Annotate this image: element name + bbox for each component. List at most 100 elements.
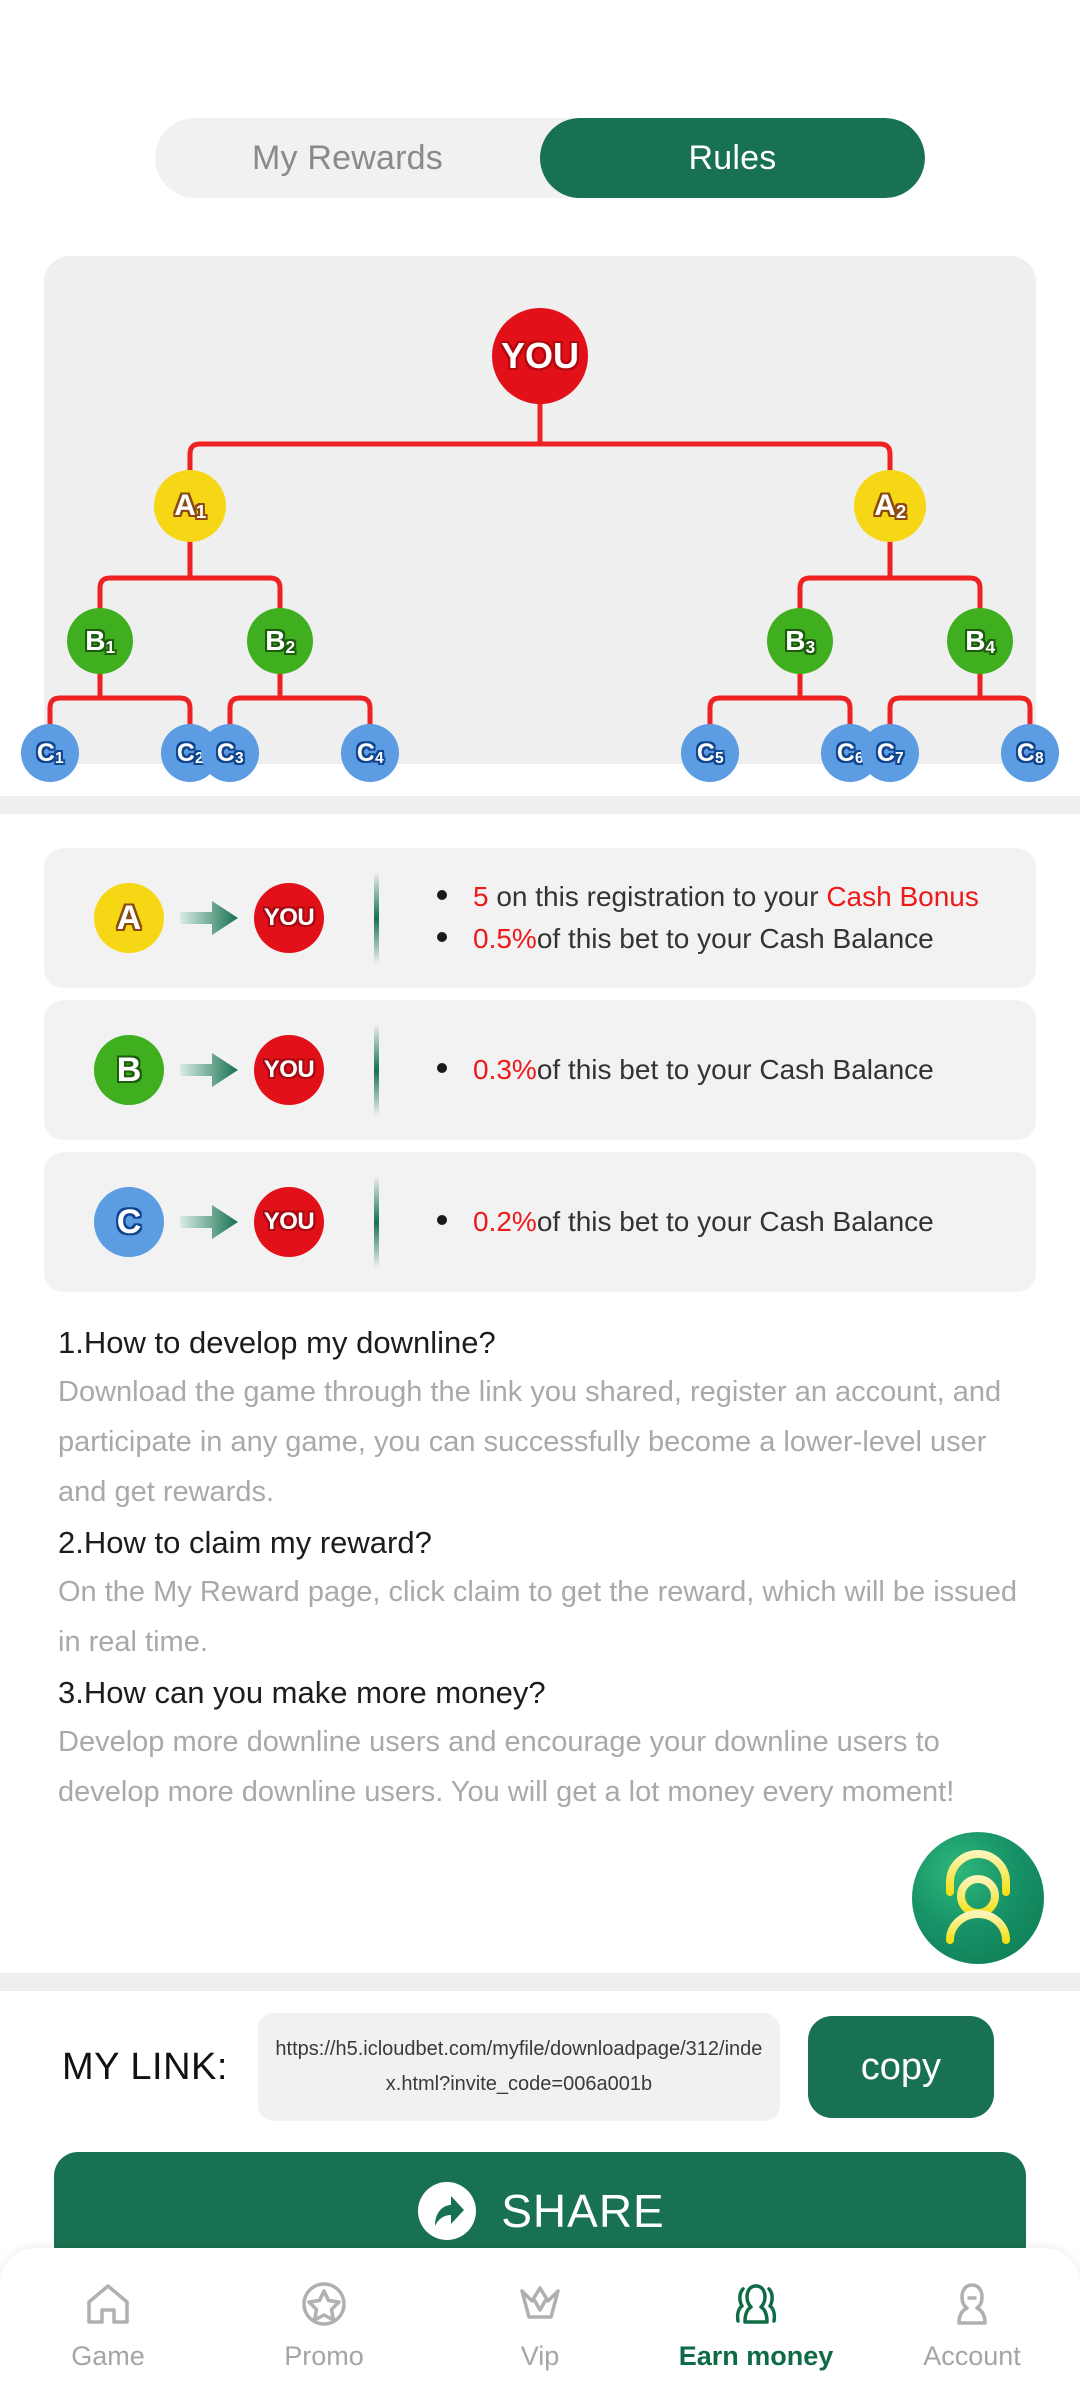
tree-node-c3-index: 3 <box>234 749 244 767</box>
reward-amount: 0.2% <box>473 1206 537 1237</box>
tree-node-a1: A1 <box>154 470 226 542</box>
reward-text: of this bet to your Cash Balance <box>536 1054 934 1085</box>
level-badge-a-label: A <box>116 898 142 937</box>
tree-node-b2: B2 <box>247 608 313 674</box>
rules-page: My Rewards Rules YOU A1 A2 B1 B2 B3 B4 C… <box>0 0 1080 2400</box>
tree-node-b4-letter: B <box>965 625 986 656</box>
tree-node-c4-letter: C <box>356 738 375 767</box>
tab-bar: My Rewards Rules <box>0 118 1080 198</box>
nav-item-earn-money-label: Earn money <box>678 2340 834 2371</box>
tree-node-b4: B4 <box>947 608 1013 674</box>
bullet-icon <box>437 1215 447 1225</box>
person-icon <box>957 2282 987 2325</box>
tree-node-c5: C5 <box>681 724 739 782</box>
tree-node-c8-index: 8 <box>1034 749 1044 767</box>
bottom-navigation-bar: Game Promo Vip Earn money Account <box>0 2248 1080 2400</box>
tree-node-c2-letter: C <box>176 738 195 767</box>
level-badge-you-c-label: YOU <box>263 1208 315 1235</box>
tree-node-a2: A2 <box>854 470 926 542</box>
tree-node-c4: C4 <box>341 724 399 782</box>
tree-node-c5-letter: C <box>696 738 715 767</box>
tree-node-you: YOU <box>492 308 588 404</box>
list-item: 0.5%of this bet to your Cash Balance <box>437 918 1036 960</box>
tab-rules-label: Rules <box>688 138 777 177</box>
star-icon <box>302 2281 346 2326</box>
bullet-icon <box>437 932 447 942</box>
reward-row-c: C YOU 0.2%of this bet to your Cash Balan… <box>44 1152 1036 1292</box>
tree-node-b1-index: 1 <box>105 636 116 657</box>
copy-button[interactable]: copy <box>807 2016 994 2118</box>
tree-node-c3-letter: C <box>216 738 235 767</box>
reward-amount: 0.5% <box>473 923 537 954</box>
level-badge-you-a-label: YOU <box>263 904 315 931</box>
arrow-right-icon <box>180 1053 238 1087</box>
reward-row-b-icons: B YOU <box>44 1035 374 1105</box>
reward-text: on this registration to your <box>488 881 827 912</box>
tree-node-c8: C8 <box>1001 724 1059 782</box>
tree-node-b1: B1 <box>67 608 133 674</box>
tree-node-c1-letter: C <box>36 738 55 767</box>
list-item: 0.3%of this bet to your Cash Balance <box>437 1049 1036 1091</box>
nav-item-earn-money[interactable]: Earn money <box>648 2277 864 2372</box>
my-link-row: MY LINK: https://h5.icloudbet.com/myfile… <box>0 2012 1080 2122</box>
nav-item-game-label: Game <box>71 2340 145 2371</box>
nav-item-promo[interactable]: Promo <box>216 2277 432 2372</box>
faq-question-3: 3.How can you make more money? <box>58 1674 546 1710</box>
my-link-url-box[interactable]: https://h5.icloudbet.com/myfile/download… <box>257 2013 780 2121</box>
tree-node-a1-index: 1 <box>195 500 206 522</box>
reward-row-c-icons: C YOU <box>44 1187 374 1257</box>
level-badge-c-label: C <box>116 1202 142 1241</box>
support-fab-button[interactable] <box>912 1832 1044 1964</box>
faq-answer-1: Download the game through the link you s… <box>58 1376 1002 1508</box>
faq-question-1: 1.How to develop my downline? <box>58 1325 496 1360</box>
tab-rules[interactable]: Rules <box>540 118 925 198</box>
faq-answer-3: Develop more downline users and encourag… <box>58 1726 955 1808</box>
tab-my-rewards[interactable]: My Rewards <box>155 118 540 198</box>
list-item: 5 on this registration to your Cash Bonu… <box>437 876 1036 918</box>
tree-node-c7-letter: C <box>876 738 895 767</box>
tree-node-b2-index: 2 <box>285 636 296 657</box>
reward-row-b: B YOU 0.3%of this bet to your Cash Balan… <box>44 1000 1036 1140</box>
nav-item-account[interactable]: Account <box>864 2277 1080 2372</box>
reward-row-a: A YOU 5 on this registration to your Cas… <box>44 848 1036 988</box>
reward-row-a-icons: A YOU <box>44 883 374 953</box>
level-badge-b: B <box>94 1035 164 1105</box>
people-icon <box>735 2283 777 2324</box>
tree-node-b2-letter: B <box>265 625 286 656</box>
tree-node-c1-index: 1 <box>54 749 64 767</box>
faq-question-2: 2.How to claim my reward? <box>58 1524 432 1560</box>
level-badge-you-a: YOU <box>254 883 324 953</box>
share-button-label: SHARE <box>501 2185 665 2237</box>
nav-item-vip[interactable]: Vip <box>432 2277 648 2372</box>
tree-node-c1: C1 <box>21 724 79 782</box>
level-badge-a: A <box>94 883 164 953</box>
headset-support-icon <box>946 1850 1010 1944</box>
list-item: 0.2%of this bet to your Cash Balance <box>437 1201 1036 1243</box>
level-badge-c: C <box>94 1187 164 1257</box>
section-divider-top <box>0 796 1080 814</box>
reward-text: of this bet to your Cash Balance <box>536 923 934 954</box>
tree-node-c8-letter: C <box>1016 738 1035 767</box>
nav-item-vip-label: Vip <box>520 2340 560 2371</box>
level-badge-you-b-label: YOU <box>263 1056 315 1083</box>
reward-row-c-list: 0.2%of this bet to your Cash Balance <box>379 1201 1036 1243</box>
tree-node-b3: B3 <box>767 608 833 674</box>
tree-node-c7-index: 7 <box>894 749 904 767</box>
bullet-icon <box>437 890 447 900</box>
referral-tree-card: YOU A1 A2 B1 B2 B3 B4 C1 C2 C3 C4 C5 C6 … <box>21 256 1059 782</box>
section-divider-bottom <box>0 1973 1080 1991</box>
tree-node-a2-letter: A <box>874 489 896 522</box>
reward-amount: 0.3% <box>473 1054 537 1085</box>
nav-item-game[interactable]: Game <box>0 2277 216 2372</box>
level-badge-you-c: YOU <box>254 1187 324 1257</box>
reward-row-a-list: 5 on this registration to your Cash Bonu… <box>379 876 1036 960</box>
reward-row-b-list: 0.3%of this bet to your Cash Balance <box>379 1049 1036 1091</box>
tree-node-c5-index: 5 <box>714 749 724 767</box>
tree-node-b3-index: 3 <box>805 636 816 657</box>
copy-button-label: copy <box>860 2045 942 2088</box>
reward-text: of this bet to your Cash Balance <box>536 1206 934 1237</box>
nav-item-account-label: Account <box>923 2340 1021 2371</box>
nav-item-promo-label: Promo <box>284 2340 364 2371</box>
tree-node-b1-letter: B <box>85 625 106 656</box>
tree-node-c6-letter: C <box>836 738 855 767</box>
